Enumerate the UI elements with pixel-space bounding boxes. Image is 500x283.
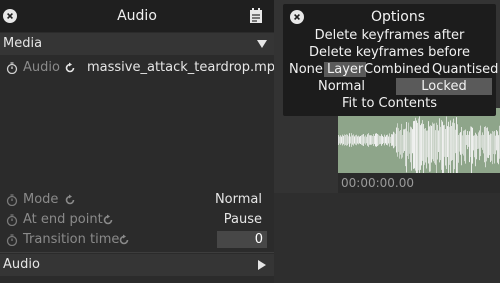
audio-section-header[interactable]: Audio — [0, 254, 274, 276]
reset-icon[interactable] — [118, 234, 130, 250]
audio-file-name[interactable]: massive_attack_teardrop.mp3 — [87, 60, 283, 75]
options-menu-title: Options — [370, 9, 426, 25]
reset-icon[interactable] — [64, 194, 76, 210]
transition-time-input[interactable]: 0 — [217, 231, 267, 248]
audio-panel-titlebar: Audio — [0, 0, 274, 32]
audio-panel: Audio Media Audio massive_attack_teardro… — [0, 0, 283, 283]
triangle-down-icon — [257, 38, 267, 53]
stopwatch-icon[interactable] — [6, 194, 18, 207]
end-point-label: At end point — [23, 212, 103, 227]
interp-option-none[interactable]: None — [289, 62, 323, 77]
notes-icon[interactable] — [249, 8, 263, 24]
delete-keyframes-after-item[interactable]: Delete keyframes after — [283, 28, 496, 43]
media-section-title: Media — [3, 36, 43, 51]
triangle-right-icon — [258, 259, 266, 274]
mode-value[interactable]: Normal — [215, 192, 262, 207]
media-section-header[interactable]: Media — [0, 33, 274, 55]
reset-icon[interactable] — [64, 62, 76, 78]
audio-section-title: Audio — [3, 257, 40, 272]
end-point-value[interactable]: Pause — [224, 212, 262, 227]
divider — [0, 252, 274, 253]
interp-option-quantised[interactable]: Quantised — [432, 62, 498, 77]
mode-option-locked[interactable]: Locked — [396, 78, 492, 95]
end-point-row: At end point Pause — [0, 210, 274, 230]
interp-option-combined[interactable]: Combined — [364, 62, 430, 77]
audio-file-row: Audio massive_attack_teardrop.mp3 — [0, 57, 283, 79]
audio-waveform[interactable] — [338, 108, 500, 173]
options-menu: Options Delete keyframes after Delete ke… — [283, 4, 498, 116]
mode-option-normal[interactable]: Normal — [318, 79, 365, 94]
reset-icon[interactable] — [102, 214, 114, 230]
transition-time-row: Transition time 0 — [0, 230, 274, 250]
interp-option-layer[interactable]: Layer — [324, 62, 367, 77]
audio-panel-title: Audio — [117, 8, 157, 24]
stopwatch-icon[interactable] — [6, 214, 18, 227]
timecode: 00:00:00.00 — [341, 176, 414, 190]
timeline-lower-area — [274, 193, 500, 283]
mode-label: Mode — [23, 192, 59, 207]
fit-to-contents-item[interactable]: Fit to Contents — [283, 96, 496, 111]
stopwatch-icon[interactable] — [6, 234, 18, 247]
stopwatch-icon[interactable] — [6, 62, 18, 75]
mode-row: Mode Normal — [0, 190, 274, 210]
waveform-graphic — [338, 116, 500, 173]
audio-label: Audio — [23, 60, 60, 75]
transition-time-label: Transition time — [23, 232, 120, 247]
timeline-footer: 00:00:00.00 — [338, 173, 500, 193]
delete-keyframes-before-item[interactable]: Delete keyframes before — [283, 45, 496, 60]
